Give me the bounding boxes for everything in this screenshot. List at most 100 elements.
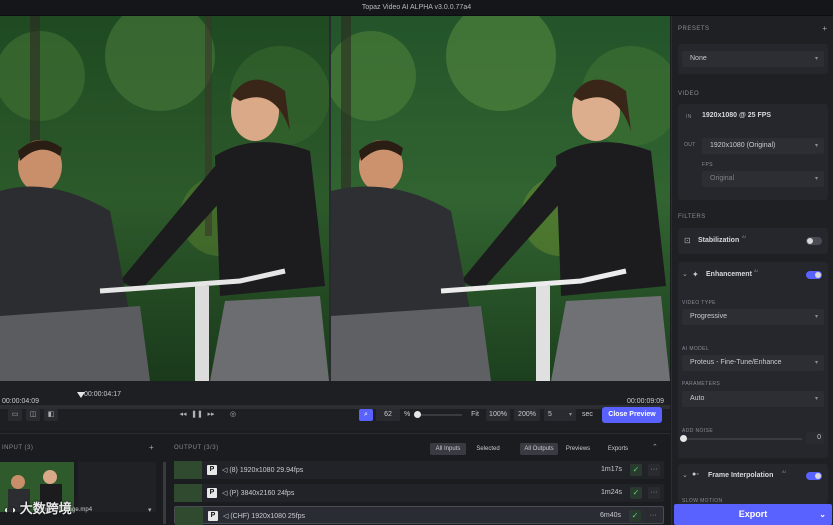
timeline-start: 00:00:04:09 — [2, 398, 39, 405]
ai-badge: AI — [782, 469, 786, 474]
chevron-down-icon: ▾ — [814, 360, 818, 366]
fps-label: FPS — [702, 162, 713, 168]
original-preview-pane — [0, 16, 329, 381]
output-resolution-select[interactable]: 1920x1080 (Original) ▾ — [702, 138, 824, 154]
pause-icon[interactable]: ❚❚ — [190, 409, 204, 421]
loop-icon[interactable]: ◎ — [226, 409, 240, 421]
zoom-value[interactable]: 62 — [376, 409, 400, 421]
stabilization-toggle[interactable] — [806, 237, 822, 245]
ai-model-label: AI MODEL — [682, 346, 710, 352]
toggle-knob — [815, 272, 821, 278]
split-view-icon[interactable]: ◧ — [44, 409, 58, 421]
preview-length-select[interactable]: 5 ▾ — [544, 409, 576, 421]
enhancement-box: ⌄ ✦ Enhancement AI VIDEO TYPE Progressiv… — [678, 262, 828, 458]
in-point-icon[interactable]: ▭ — [8, 409, 22, 421]
filter-all-outputs[interactable]: All Outputs — [520, 443, 558, 455]
enhanced-preview-pane — [331, 16, 670, 381]
chevron-down-icon: ▾ — [568, 412, 572, 418]
fit-button[interactable]: Fit — [468, 409, 482, 421]
video-box: IN 1920x1080 @ 25 FPS OUT 1920x1080 (Ori… — [678, 104, 828, 200]
output-type-badge: P — [208, 511, 218, 521]
zoom-slider[interactable] — [414, 411, 462, 418]
in-tag: IN — [686, 114, 692, 120]
check-icon[interactable]: ✓ — [629, 510, 641, 522]
chevron-down-icon[interactable]: ⌄ — [682, 471, 688, 479]
add-noise-slider[interactable] — [680, 435, 802, 442]
filter-all-inputs[interactable]: All Inputs — [430, 443, 466, 455]
enhancement-toggle[interactable] — [806, 271, 822, 279]
presets-select[interactable]: None ▾ — [682, 51, 824, 67]
parameters-select[interactable]: Auto ▾ — [682, 391, 824, 407]
skip-forward-icon[interactable]: ▸▸ — [204, 409, 218, 421]
sec-unit: sec — [582, 411, 593, 418]
filter-selected[interactable]: Selected — [470, 443, 506, 455]
add-noise-input[interactable]: 0 — [806, 432, 824, 444]
out-tag: OUT — [684, 142, 696, 148]
chevron-down-icon: ▾ — [814, 56, 818, 62]
check-icon[interactable]: ✓ — [630, 487, 642, 499]
export-button[interactable]: Export ⌄ — [674, 504, 832, 525]
collapse-icon[interactable]: ⌃ — [652, 443, 658, 451]
output-row[interactable]: P ◁ (P) 3840x2160 24fps 1m24s ✓ ··· — [174, 484, 664, 502]
video-type-select[interactable]: Progressive ▾ — [682, 309, 824, 325]
ai-badge: AI — [754, 268, 758, 273]
chevron-down-icon: ⌄ — [819, 510, 826, 519]
input-scrollbar[interactable] — [163, 462, 166, 524]
chevron-down-icon[interactable]: ⌄ — [682, 270, 688, 278]
input-panel-title: INPUT (3) — [2, 445, 34, 451]
output-thumbnail — [175, 507, 203, 525]
output-duration: 1m24s — [600, 489, 622, 496]
compare-icon[interactable]: ◫ — [26, 409, 40, 421]
output-resolution-value: 1920x1080 (Original) — [710, 142, 776, 149]
ai-badge: AI — [742, 234, 746, 239]
add-noise-knob[interactable] — [680, 435, 687, 442]
ai-model-select[interactable]: Proteus - Fine-Tune/Enhance ▾ — [682, 355, 824, 371]
zoom-unit: % — [404, 411, 411, 418]
more-icon[interactable]: ··· — [648, 487, 660, 499]
filters-label: FILTERS — [678, 214, 706, 220]
filter-exports[interactable]: Exports — [600, 443, 636, 455]
zoom-100-button[interactable]: 100% — [486, 409, 510, 421]
frame-interpolation-box: ⌄ ●◦ Frame Interpolation AI SLOW MOTION — [678, 464, 828, 504]
output-thumbnail — [174, 461, 202, 479]
zoom-slider-knob[interactable] — [414, 411, 421, 418]
toggle-knob — [807, 238, 813, 244]
close-preview-button[interactable]: Close Preview — [602, 407, 662, 423]
playback-controls: ▭ ◫ ◧ ◂◂ ❚❚ ▸▸ ◎ ⌕ 62 % Fit 100% 200% 5 … — [0, 406, 670, 426]
frame-interpolation-label: Frame Interpolation — [708, 472, 774, 479]
chevron-down-icon: ▾ — [814, 176, 818, 182]
export-label: Export — [738, 509, 768, 519]
input-info-card — [78, 462, 156, 512]
more-icon[interactable]: ··· — [647, 510, 659, 522]
chevron-down-icon[interactable]: ▾ — [148, 506, 152, 514]
presets-value: None — [690, 55, 707, 62]
enhancement-icon: ✦ — [692, 270, 699, 279]
chevron-down-icon: ▾ — [814, 143, 818, 149]
watermark-logo-icon: ◐◑ — [4, 505, 17, 516]
add-preset-icon[interactable]: + — [822, 24, 827, 33]
more-icon[interactable]: ··· — [648, 464, 660, 476]
output-label: ◁ (CHF) 1920x1080 25fps — [223, 513, 306, 520]
timeline-end: 00:00:09:09 — [627, 398, 664, 405]
parameters-value: Auto — [690, 395, 705, 402]
filter-previews[interactable]: Previews — [560, 443, 596, 455]
add-input-icon[interactable]: + — [149, 443, 154, 452]
window-title: Topaz Video AI ALPHA v3.0.0.77a4 — [0, 0, 833, 16]
output-type-badge: P — [207, 465, 217, 475]
output-label: ◁ (8) 1920x1080 29.94fps — [222, 467, 304, 474]
frame-interpolation-toggle[interactable] — [806, 472, 822, 480]
output-duration: 1m17s — [600, 466, 622, 473]
video-preview[interactable] — [0, 16, 670, 381]
zoom-icon[interactable]: ⌕ — [359, 409, 373, 421]
stabilization-box: ⊡ Stabilization AI — [678, 228, 828, 254]
fps-select[interactable]: Original ▾ — [702, 171, 824, 187]
skip-back-icon[interactable]: ◂◂ — [176, 409, 190, 421]
output-row[interactable]: P ◁ (8) 1920x1080 29.94fps 1m17s ✓ ··· — [174, 461, 664, 479]
preview-length-value: 5 — [548, 411, 552, 418]
presets-label: PRESETS — [678, 26, 710, 32]
zoom-200-button[interactable]: 200% — [514, 409, 540, 421]
check-icon[interactable]: ✓ — [630, 464, 642, 476]
toggle-knob — [815, 473, 821, 479]
output-row-selected[interactable]: P ◁ (CHF) 1920x1080 25fps 6m40s ✓ ··· — [174, 506, 664, 525]
watermark-text: 大数跨境 — [19, 501, 72, 516]
